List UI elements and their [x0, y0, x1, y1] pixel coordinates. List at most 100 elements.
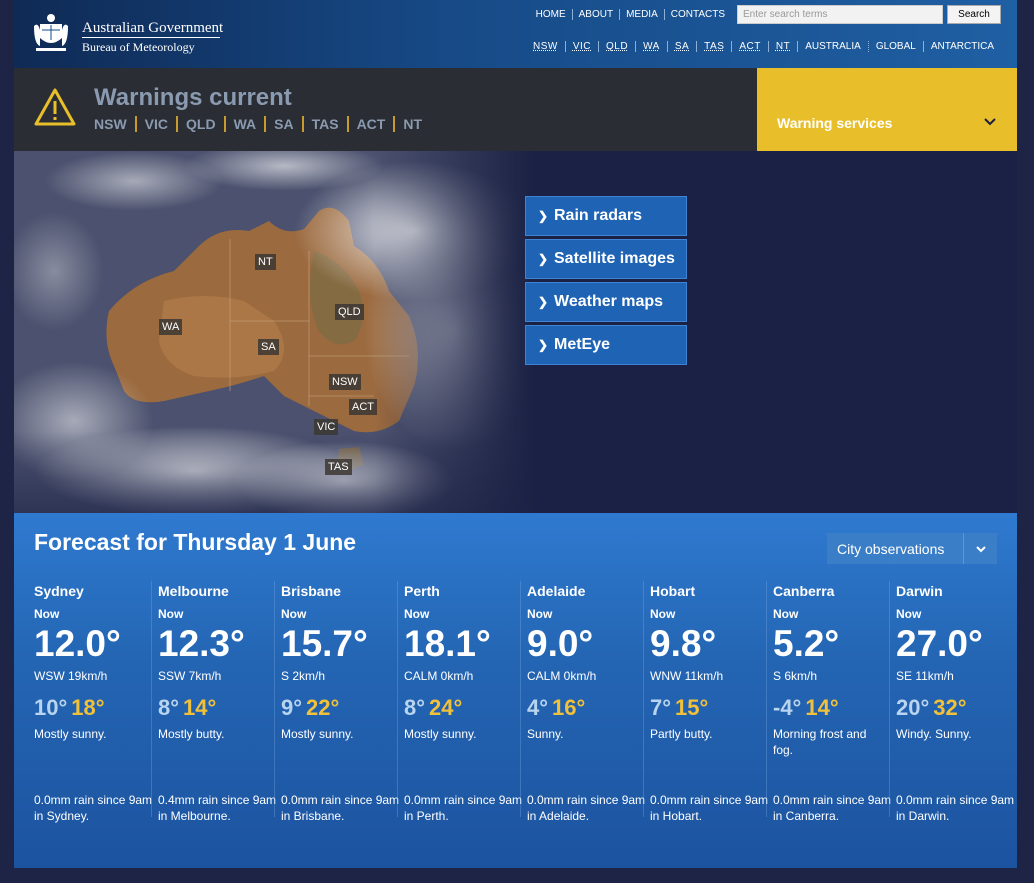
map-label-vic[interactable]: VIC — [314, 419, 339, 435]
city-name[interactable]: Darwin — [896, 583, 1012, 599]
city-name[interactable]: Hobart — [650, 583, 766, 599]
warning-triangle-icon — [34, 88, 76, 126]
warning-link-nsw[interactable]: NSW — [94, 116, 137, 132]
min-temperature: 9° — [281, 695, 303, 720]
state-link-qld[interactable]: QLD — [599, 41, 637, 52]
meteye-link[interactable]: ❯ MetEye — [525, 325, 687, 365]
nav-contacts-link[interactable]: CONTACTS — [665, 9, 731, 20]
search-button[interactable]: Search — [947, 4, 1001, 24]
wind-reading: CALM 0km/h — [527, 669, 597, 683]
min-temperature: 8° — [158, 695, 180, 720]
satellite-map-image[interactable] — [14, 151, 534, 513]
state-link-wa[interactable]: WA — [636, 41, 668, 52]
city-forecast-adelaide[interactable]: Adelaide Now 9.0° CALM 0km/h 4° 16° Sunny. 0.0m… — [520, 581, 645, 823]
now-label: Now — [281, 607, 307, 621]
footer-strip — [14, 868, 1017, 883]
region-link-global[interactable]: GLOBAL — [869, 41, 924, 52]
warning-link-wa[interactable]: WA — [226, 116, 267, 132]
city-name[interactable]: Brisbane — [281, 583, 397, 599]
city-forecast-canberra[interactable]: Canberra Now 5.2° S 6km/h -4° 14° Morning fros… — [766, 581, 891, 823]
city-forecast-hobart[interactable]: Hobart Now 9.8° WNW 11km/h 7° 15° Partly butty… — [643, 581, 768, 823]
warnings-panel: Warnings current NSW VIC QLD WA SA TAS A… — [14, 68, 757, 151]
rainfall-summary: 0.0mm rain since 9am in Hobart. — [650, 793, 769, 823]
current-temperature: 9.8° — [650, 623, 717, 664]
forecast-description: Mostly sunny. — [34, 727, 107, 741]
map-label-nsw[interactable]: NSW — [329, 374, 361, 390]
rainfall-summary: 0.0mm rain since 9am in Sydney. — [34, 793, 153, 823]
right-margin — [1017, 0, 1034, 883]
max-temperature: 14° — [183, 695, 217, 720]
state-link-nsw[interactable]: NSW — [526, 41, 566, 52]
rain-radars-link[interactable]: ❯ Rain radars — [525, 196, 687, 236]
city-name[interactable]: Melbourne — [158, 583, 274, 599]
current-temperature: 9.0° — [527, 623, 594, 664]
wind-reading: SSW 7km/h — [158, 669, 222, 683]
map-label-sa[interactable]: SA — [258, 339, 279, 355]
city-forecast-melbourne[interactable]: Melbourne Now 12.3° SSW 7km/h 8° 14° Mostly bu… — [151, 581, 276, 823]
city-observations-dropdown[interactable]: City observations — [827, 533, 997, 564]
now-label: Now — [158, 607, 184, 621]
chevron-right-icon: ❯ — [538, 209, 549, 223]
forecast-title: Forecast for Thursday 1 June — [34, 529, 357, 555]
map-label-qld[interactable]: QLD — [335, 304, 364, 320]
min-temperature: 20° — [896, 695, 930, 720]
meteye-label: MetEye — [554, 336, 611, 353]
now-label: Now — [404, 607, 430, 621]
min-max-temperature: 4° 16° — [527, 695, 643, 721]
warnings-title[interactable]: Warnings current — [94, 84, 292, 112]
weather-maps-link[interactable]: ❯ Weather maps — [525, 282, 687, 322]
top-navigation: HOME ABOUT MEDIA CONTACTS Search — [530, 4, 1001, 24]
satellite-images-link[interactable]: ❯ Satellite images — [525, 239, 687, 279]
city-name[interactable]: Perth — [404, 583, 520, 599]
city-forecast-darwin[interactable]: Darwin Now 27.0° SE 11km/h 20° 32° Windy. Sunn… — [889, 581, 1014, 823]
city-name[interactable]: Adelaide — [527, 583, 643, 599]
warning-link-qld[interactable]: QLD — [178, 116, 226, 132]
warning-link-nt[interactable]: NT — [395, 116, 430, 132]
nav-media-link[interactable]: MEDIA — [620, 8, 665, 20]
forecast-description: Windy. Sunny. — [896, 727, 972, 741]
rainfall-summary: 0.0mm rain since 9am in Canberra. — [773, 793, 892, 823]
region-link-antarctica[interactable]: ANTARCTICA — [924, 41, 1001, 52]
state-link-nt[interactable]: NT — [769, 41, 799, 52]
city-forecast-sydney[interactable]: Sydney Now 12.0° WSW 19km/h 10° 18° Mostly sun… — [28, 581, 152, 823]
dropdown-toggle[interactable] — [963, 533, 997, 564]
state-link-tas[interactable]: TAS — [697, 41, 733, 52]
map-label-nt[interactable]: NT — [255, 254, 276, 270]
state-link-sa[interactable]: SA — [668, 41, 698, 52]
warning-link-vic[interactable]: VIC — [137, 116, 179, 132]
rainfall-summary: 0.0mm rain since 9am in Adelaide. — [527, 793, 646, 823]
warning-link-act[interactable]: ACT — [349, 116, 396, 132]
map-label-tas[interactable]: TAS — [325, 459, 352, 475]
city-forecast-perth[interactable]: Perth Now 18.1° CALM 0km/h 8° 24° Mostly sunny… — [397, 581, 522, 823]
wind-reading: WNW 11km/h — [650, 669, 724, 683]
chevron-right-icon: ❯ — [538, 338, 549, 352]
wind-reading: WSW 19km/h — [34, 669, 108, 683]
forecast-description: Sunny. — [527, 727, 564, 741]
now-label: Now — [34, 607, 60, 621]
forecast-description: Mostly sunny. — [281, 727, 354, 741]
city-name[interactable]: Sydney — [34, 583, 151, 599]
logo[interactable]: Australian Government Bureau of Meteorol… — [32, 10, 232, 58]
map-label-wa[interactable]: WA — [159, 319, 183, 335]
city-observations-label: City observations — [837, 540, 945, 557]
warning-services-dropdown[interactable]: Warning services — [757, 68, 1017, 151]
now-label: Now — [650, 607, 676, 621]
search-input[interactable] — [737, 4, 943, 24]
max-temperature: 16° — [552, 695, 586, 720]
satellite-images-label: Satellite images — [554, 250, 675, 267]
map-label-act[interactable]: ACT — [349, 399, 377, 415]
state-link-vic[interactable]: VIC — [566, 41, 600, 52]
city-forecast-brisbane[interactable]: Brisbane Now 15.7° S 2km/h 9° 22° Mostly sunny… — [274, 581, 399, 823]
nav-home-link[interactable]: HOME — [530, 8, 573, 20]
warning-link-tas[interactable]: TAS — [304, 116, 349, 132]
min-max-temperature: 20° 32° — [896, 695, 1012, 721]
city-name[interactable]: Canberra — [773, 583, 889, 599]
chevron-right-icon: ❯ — [538, 295, 549, 309]
nav-about-link[interactable]: ABOUT — [573, 8, 621, 20]
rainfall-summary: 0.0mm rain since 9am in Brisbane. — [281, 793, 400, 823]
warning-link-sa[interactable]: SA — [266, 116, 304, 132]
state-link-act[interactable]: ACT — [732, 41, 769, 52]
current-temperature: 12.3° — [158, 623, 245, 664]
min-temperature: 4° — [527, 695, 549, 720]
region-link-australia[interactable]: AUSTRALIA — [798, 41, 869, 52]
